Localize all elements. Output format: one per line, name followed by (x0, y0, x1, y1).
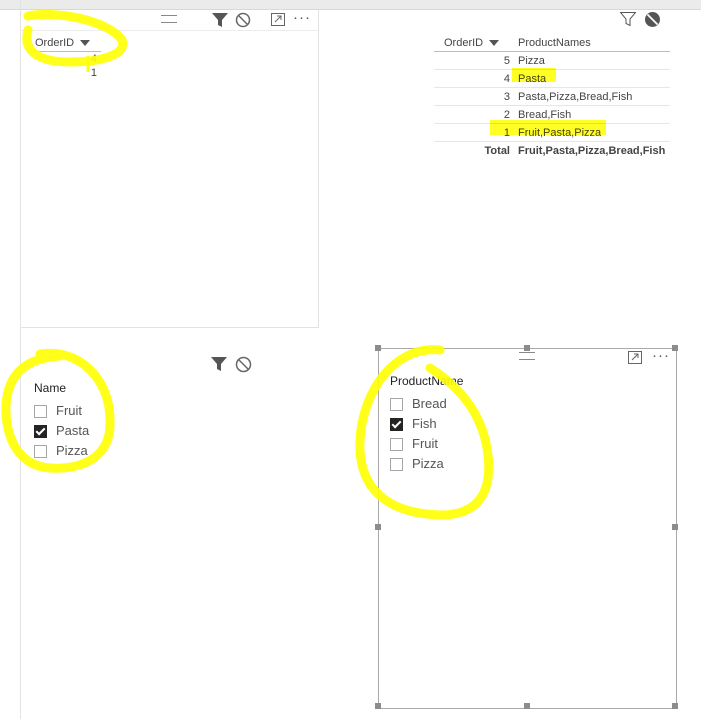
resize-handle[interactable] (375, 345, 381, 351)
slicer-item-pasta[interactable]: Pasta (34, 423, 114, 441)
slicer-item-bread[interactable]: Bread (390, 396, 480, 414)
table-row[interactable]: 3 Pasta,Pizza,Bread,Fish (434, 87, 670, 106)
more-options-icon[interactable]: ··· (652, 348, 670, 363)
sort-descending-icon[interactable] (489, 39, 500, 46)
drag-handle-icon[interactable] (519, 352, 535, 360)
slicer-item-pizza[interactable]: Pizza (390, 456, 480, 474)
table-row[interactable]: 4 (31, 52, 101, 67)
focus-mode-icon[interactable] (628, 351, 642, 364)
table-row[interactable]: 5 Pizza (434, 51, 670, 70)
slicer-title-name: Name (34, 381, 67, 395)
resize-handle[interactable] (672, 345, 678, 351)
slicer-title-productname: ProductName (390, 374, 464, 388)
slicer-item-pizza[interactable]: Pizza (34, 443, 114, 461)
sort-descending-icon[interactable] (80, 39, 91, 46)
clear-selections-icon[interactable] (235, 12, 251, 28)
checkbox[interactable] (390, 398, 403, 411)
checkbox-checked[interactable] (34, 425, 47, 438)
clear-selections-icon[interactable] (644, 11, 661, 28)
highlight-marker (512, 68, 556, 82)
orderid-table-visual[interactable]: ··· OrderID 4 1 (21, 10, 319, 328)
drag-handle-icon[interactable] (161, 15, 177, 23)
more-options-icon[interactable]: ··· (293, 10, 311, 25)
table-total-row: Total Fruit,Pasta,Pizza,Bread,Fish (484, 144, 666, 157)
filter-icon[interactable] (620, 12, 636, 26)
top-bar (0, 0, 701, 10)
resize-handle[interactable] (375, 703, 381, 709)
resize-handle[interactable] (375, 524, 381, 530)
resize-handle[interactable] (672, 703, 678, 709)
slicer-item-fish[interactable]: Fish (390, 416, 480, 434)
resize-handle[interactable] (672, 524, 678, 530)
resize-handle[interactable] (524, 345, 530, 351)
clear-selections-icon[interactable] (235, 356, 252, 373)
column-header-productnames[interactable]: ProductNames (514, 34, 670, 52)
column-header-orderid[interactable]: OrderID (31, 34, 101, 52)
resize-handle[interactable] (524, 703, 530, 709)
filter-icon[interactable] (211, 357, 227, 371)
checkbox[interactable] (34, 445, 47, 458)
focus-mode-icon[interactable] (271, 13, 285, 26)
checkbox-checked[interactable] (390, 418, 403, 431)
table-row[interactable]: 1 (31, 66, 101, 80)
column-header-orderid[interactable]: OrderID (434, 34, 514, 52)
orders-table: OrderID ProductNames 5 Pizza 4 Pasta 3 P… (434, 34, 670, 159)
checkbox[interactable] (390, 438, 403, 451)
checkbox[interactable] (390, 458, 403, 471)
slicer-item-fruit[interactable]: Fruit (34, 403, 114, 421)
checkbox[interactable] (34, 405, 47, 418)
slicer-item-fruit[interactable]: Fruit (390, 436, 480, 454)
orderid-table: OrderID 4 1 (31, 34, 101, 80)
highlight-marker (490, 120, 606, 135)
filter-icon[interactable] (212, 13, 228, 27)
